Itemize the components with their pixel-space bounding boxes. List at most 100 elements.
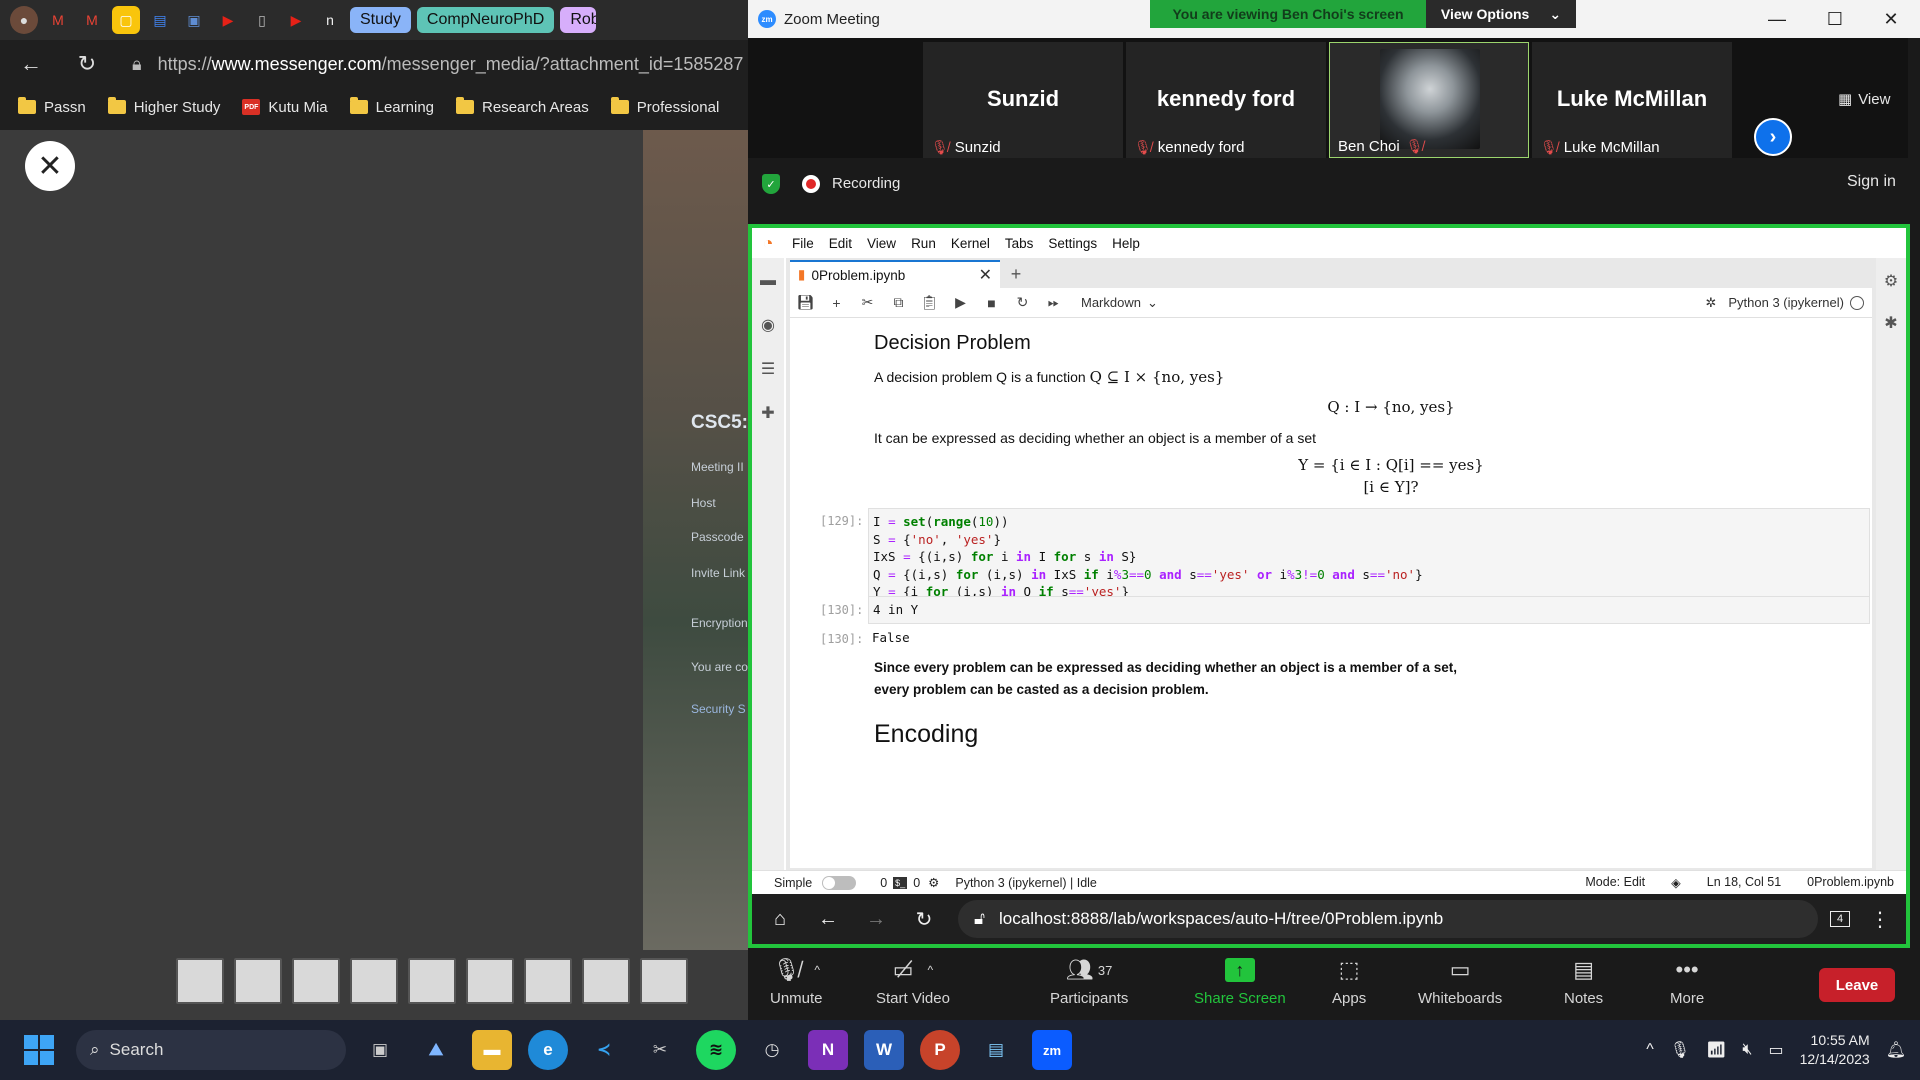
cursor-position[interactable]: Ln 18, Col 51 — [1707, 875, 1781, 890]
menu-view[interactable]: View — [867, 236, 896, 251]
onenote-icon[interactable]: N — [808, 1030, 848, 1070]
gmail-tab-icon-2[interactable]: M — [78, 6, 106, 34]
back-arrow-icon[interactable]: ← — [808, 899, 848, 939]
youtube-tab-icon-2[interactable]: ▶ — [282, 6, 310, 34]
page-tab-icon[interactable]: ▯ — [248, 6, 276, 34]
powerpoint-icon[interactable]: P — [920, 1030, 960, 1070]
kernel-status-text[interactable]: Python 3 (ipykernel) | Idle — [955, 876, 1097, 890]
task-view-icon[interactable]: ▣ — [360, 1030, 400, 1070]
notes-button[interactable]: ▤ Notes — [1564, 956, 1603, 1007]
zoom-taskbar-icon[interactable]: zm — [1032, 1030, 1072, 1070]
more-button[interactable]: ••• More — [1670, 956, 1704, 1007]
cell-type-select[interactable]: Markdown ⌄ — [1081, 295, 1158, 311]
apps-button[interactable]: ⬚ Apps — [1332, 956, 1366, 1007]
copy-icon[interactable]: ⧉ — [883, 294, 914, 311]
notebook-content[interactable]: Decision Problem A decision problem Q is… — [790, 318, 1872, 868]
insert-cell-icon[interactable]: + — [821, 295, 852, 311]
notion-tab-icon[interactable]: n — [316, 6, 344, 34]
debugger-icon[interactable]: ✱ — [1882, 314, 1900, 332]
security-shield-icon[interactable]: ✓ — [762, 174, 780, 194]
new-launcher-button[interactable]: + — [1004, 262, 1028, 286]
close-viewer-button[interactable]: ✕ — [25, 141, 75, 191]
more-vertical-icon[interactable]: ⋮ — [1860, 899, 1900, 939]
reload-icon[interactable]: ↻ — [70, 47, 104, 81]
sign-in-button[interactable]: Sign in — [1847, 173, 1896, 191]
participant-tile-luke-mcmillan[interactable]: Luke McMillan 🎙︎̸ Luke McMillan — [1532, 42, 1732, 158]
bookmark-research-areas[interactable]: Research Areas — [456, 97, 589, 116]
maximize-button[interactable]: ☐ — [1806, 0, 1864, 38]
thumbnail[interactable] — [234, 958, 282, 1004]
thumbnail[interactable] — [582, 958, 630, 1004]
cut-icon[interactable]: ✂ — [852, 294, 883, 311]
battery-icon[interactable]: ▭ — [1768, 1040, 1783, 1060]
speaker-muted-icon[interactable]: 🔇︎ — [1742, 1041, 1752, 1059]
leave-meeting-button[interactable]: Leave — [1819, 968, 1895, 1002]
participant-tile-sunzid[interactable]: Sunzid 🎙︎̸ Sunzid — [923, 42, 1123, 158]
start-menu-icon[interactable] — [24, 1035, 54, 1065]
start-video-button[interactable]: ▭̸ ^ Start Video — [876, 956, 950, 1007]
menu-help[interactable]: Help — [1112, 236, 1140, 251]
profile-avatar[interactable]: ● — [10, 6, 38, 34]
bookmark-kutu-mia[interactable]: PDF Kutu Mia — [242, 99, 328, 116]
minimize-button[interactable]: — — [1748, 0, 1806, 38]
share-screen-button[interactable]: ↑ Share Screen — [1194, 956, 1286, 1007]
thumbnail[interactable] — [524, 958, 572, 1004]
back-arrow-icon[interactable]: ← — [14, 47, 48, 81]
menu-tabs[interactable]: Tabs — [1005, 236, 1034, 251]
thumbnail[interactable] — [292, 958, 340, 1004]
close-window-button[interactable]: ✕ — [1862, 0, 1920, 38]
restart-icon[interactable]: ↻ — [1007, 294, 1038, 311]
reload-icon[interactable]: ↻ — [904, 899, 944, 939]
bookmark-passn[interactable]: Passn — [18, 97, 86, 116]
menu-settings[interactable]: Settings — [1048, 236, 1097, 251]
code-cell[interactable]: I = set(range(10)) S = {'no', 'yes'} IxS… — [868, 508, 1870, 606]
menu-kernel[interactable]: Kernel — [951, 236, 990, 251]
thumbnail[interactable] — [640, 958, 688, 1004]
file-explorer-icon[interactable]: ▬ — [472, 1030, 512, 1070]
kernel-name[interactable]: Python 3 (ipykernel) — [1728, 295, 1844, 310]
extensions-icon[interactable]: ✚ — [759, 404, 777, 422]
tab-count-icon[interactable]: 4 — [1830, 911, 1850, 927]
taskbar-search-box[interactable]: ⌕ Search — [76, 1030, 346, 1070]
notification-bell-icon[interactable]: 🔔︎ — [1886, 1040, 1906, 1060]
system-clock[interactable]: 10:55 AM 12/14/2023 — [1800, 1031, 1870, 1069]
thumbnail[interactable] — [408, 958, 456, 1004]
menu-file[interactable]: File — [792, 236, 814, 251]
thumbnail[interactable] — [176, 958, 224, 1004]
photos-icon[interactable]: ⛰ — [416, 1030, 456, 1070]
close-tab-icon[interactable]: ✕ — [979, 265, 992, 285]
property-inspector-icon[interactable]: ⚙ — [1882, 272, 1900, 290]
bookmark-learning[interactable]: Learning — [349, 97, 434, 116]
menu-edit[interactable]: Edit — [829, 236, 852, 251]
shared-address-bar[interactable]: 🔓︎ localhost:8888/lab/workspaces/auto-H/… — [958, 900, 1818, 938]
gmail-tab-icon[interactable]: M — [44, 6, 72, 34]
folder-icon[interactable]: ▬ — [759, 272, 777, 290]
fast-forward-icon[interactable]: ⏩︎ — [1038, 294, 1069, 311]
notepad-icon[interactable]: ▤ — [976, 1030, 1016, 1070]
word-icon[interactable]: W — [864, 1030, 904, 1070]
notebook-tab[interactable]: ▮ 0Problem.ipynb ✕ — [790, 260, 1000, 288]
spotify-icon[interactable]: ≋ — [696, 1030, 736, 1070]
clock-app-icon[interactable]: ◷ — [752, 1030, 792, 1070]
paste-icon[interactable]: 📋︎ — [914, 294, 945, 311]
video-tab-icon[interactable]: ▣ — [180, 6, 208, 34]
thumbnail[interactable] — [466, 958, 514, 1004]
simple-mode-toggle[interactable] — [822, 875, 857, 890]
wifi-icon[interactable]: 📶︎ — [1706, 1040, 1726, 1060]
participants-button[interactable]: 👥︎ 37 Participants — [1050, 956, 1128, 1007]
next-page-button[interactable]: › — [1754, 118, 1792, 156]
unmute-button[interactable]: 🎙︎̸ ^ Unmute — [770, 956, 823, 1007]
thumbnail[interactable] — [350, 958, 398, 1004]
tab-group-compneurophd[interactable]: CompNeuroPhD — [416, 7, 555, 33]
forward-arrow-icon[interactable]: → — [856, 899, 896, 939]
tab-group-robo[interactable]: Robo — [560, 7, 597, 33]
code-cell[interactable]: 4 in Y — [868, 596, 1870, 624]
view-button[interactable]: ▦ View — [1838, 90, 1890, 109]
whiteboards-button[interactable]: ▭ Whiteboards — [1418, 956, 1502, 1007]
bookmark-professional[interactable]: Professional — [610, 97, 719, 116]
save-icon[interactable]: 💾︎ — [790, 294, 821, 311]
stop-icon[interactable]: ■ — [976, 295, 1007, 311]
vscode-icon[interactable]: ≺ — [584, 1030, 624, 1070]
chevron-up-icon[interactable]: ^ — [1646, 1041, 1654, 1059]
participant-tile-ben-choi[interactable]: Ben Choi 🎙︎̸ — [1329, 42, 1529, 158]
